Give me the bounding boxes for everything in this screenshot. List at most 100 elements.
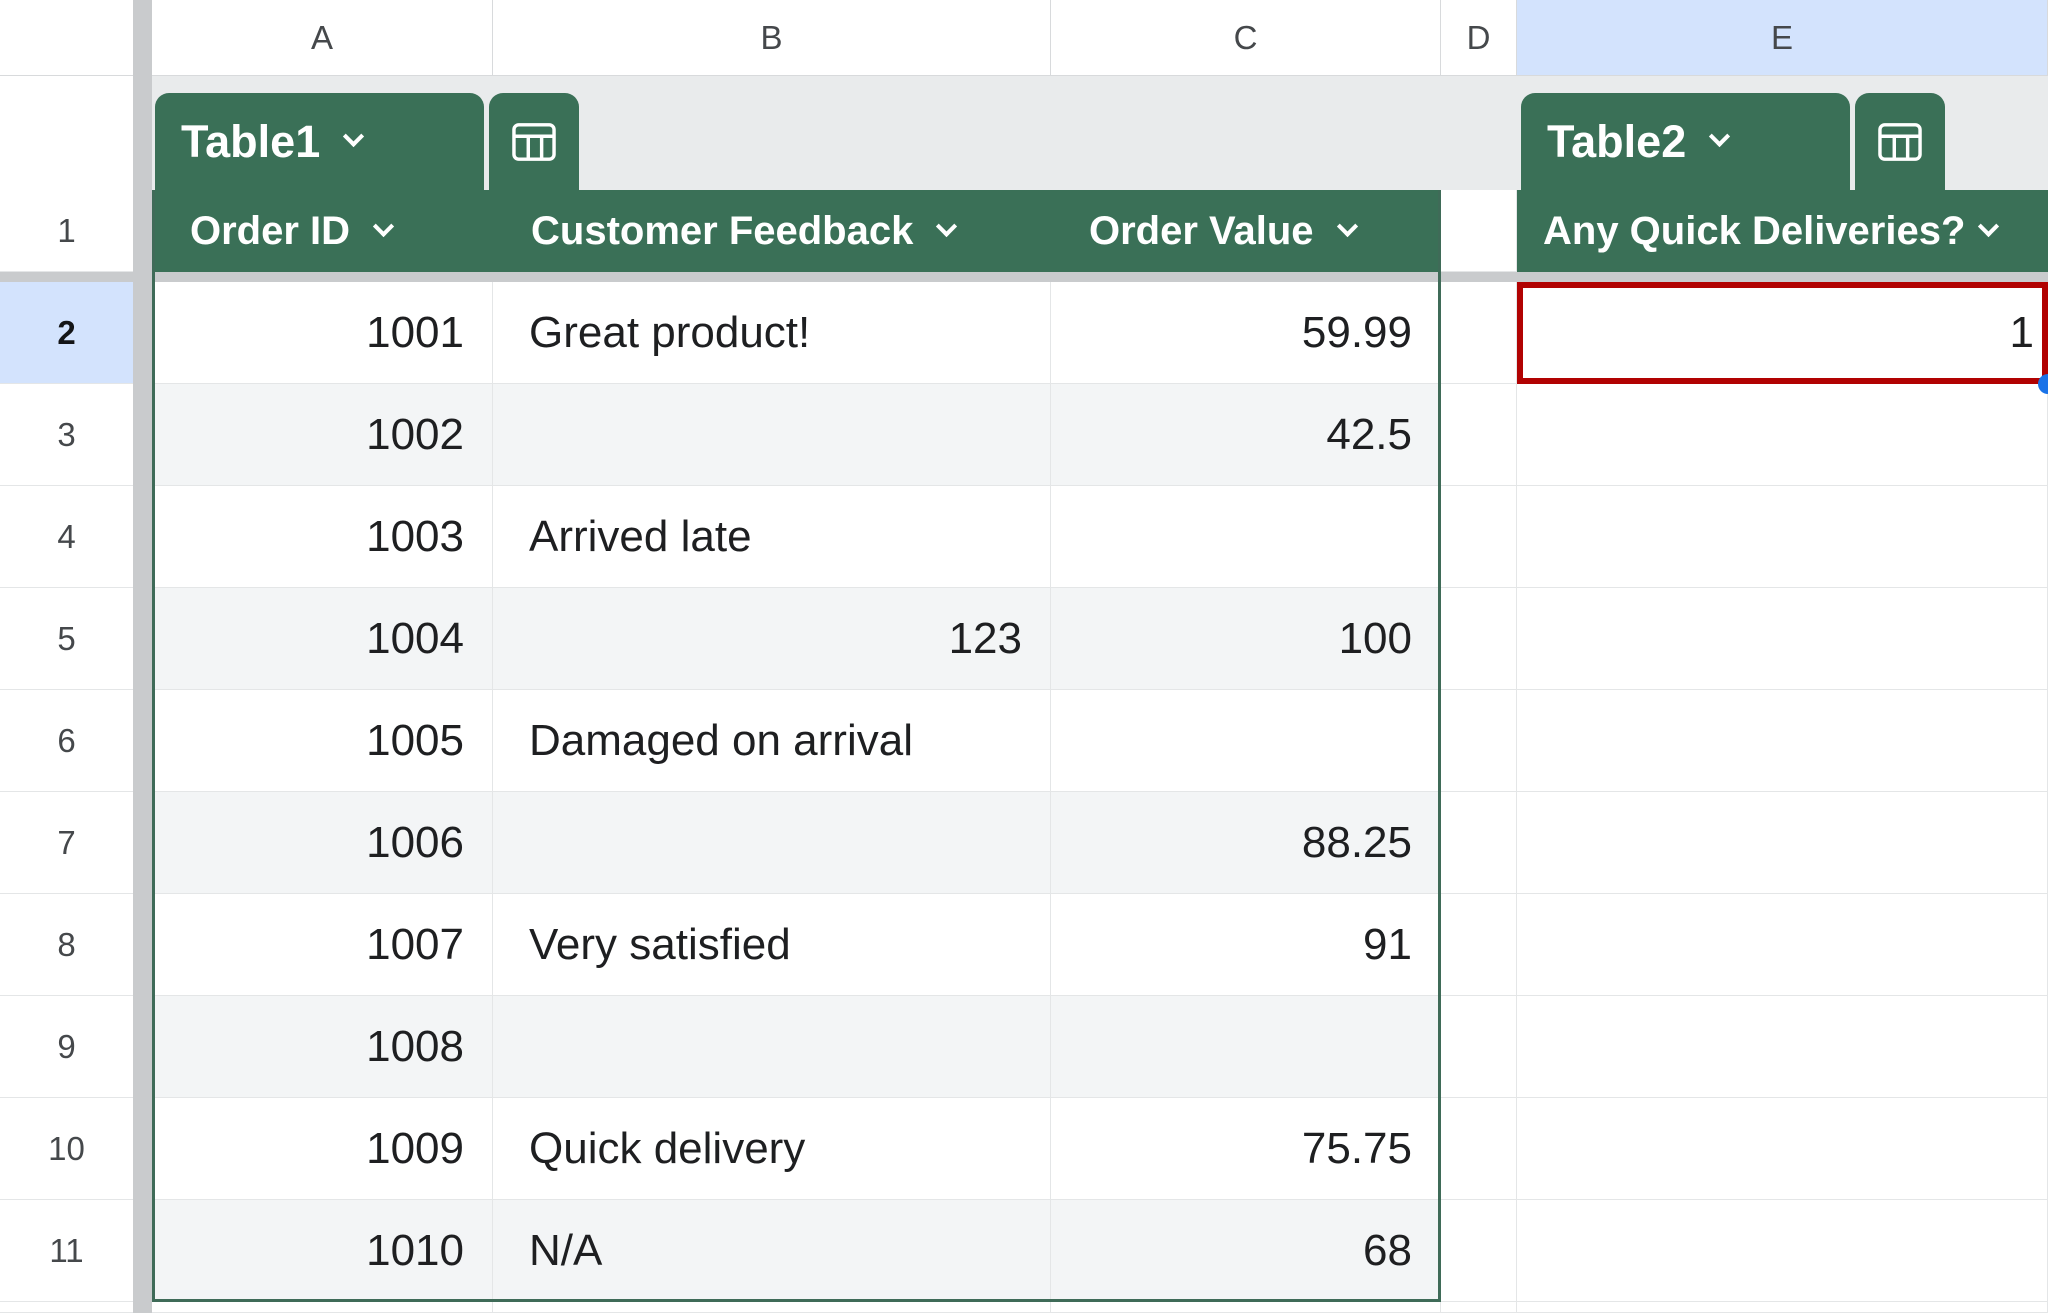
cell-a4[interactable]: 1003 <box>152 486 493 588</box>
column-header-d[interactable]: D <box>1441 0 1517 76</box>
select-all-corner[interactable] <box>0 0 133 76</box>
column-header-e[interactable]: E <box>1517 0 2048 76</box>
cell-b11[interactable]: N/A <box>493 1200 1051 1302</box>
chevron-down-icon[interactable] <box>936 215 957 236</box>
cell-d10[interactable] <box>1441 1098 1517 1200</box>
cell-d8[interactable] <box>1441 894 1517 996</box>
cell-d7[interactable] <box>1441 792 1517 894</box>
cell-c6[interactable] <box>1051 690 1441 792</box>
cell-e11[interactable] <box>1517 1200 2048 1302</box>
frozen-column-divider[interactable] <box>133 282 152 384</box>
cell-c4[interactable] <box>1051 486 1441 588</box>
header-cell-customer-feedback[interactable]: Customer Feedback <box>493 190 1051 272</box>
cell-d2[interactable] <box>1441 282 1517 384</box>
cell-a6[interactable]: 1005 <box>152 690 493 792</box>
cell-a10[interactable]: 1009 <box>152 1098 493 1200</box>
cell-d5[interactable] <box>1441 588 1517 690</box>
cell-e4[interactable] <box>1517 486 2048 588</box>
row-header-6[interactable]: 6 <box>0 690 133 792</box>
column-header-c[interactable]: C <box>1051 0 1441 76</box>
cell-e2[interactable]: 1 <box>1517 282 2048 384</box>
cell-e5[interactable] <box>1517 588 2048 690</box>
row-header-8[interactable]: 8 <box>0 894 133 996</box>
row-header-9[interactable]: 9 <box>0 996 133 1098</box>
table2-tab[interactable]: Table2 <box>1521 93 1945 190</box>
cell-a12[interactable] <box>152 1302 493 1313</box>
cell-a3[interactable]: 1002 <box>152 384 493 486</box>
row-header-4[interactable]: 4 <box>0 486 133 588</box>
cell-d6[interactable] <box>1441 690 1517 792</box>
table1-grid-button[interactable] <box>489 93 579 190</box>
header-cell-order-value[interactable]: Order Value <box>1051 190 1441 272</box>
cell-a9[interactable]: 1008 <box>152 996 493 1098</box>
cell-d3[interactable] <box>1441 384 1517 486</box>
frozen-column-divider[interactable] <box>133 792 152 894</box>
table1-tab[interactable]: Table1 <box>155 93 579 190</box>
cell-b12[interactable] <box>493 1302 1051 1313</box>
row-header-7[interactable]: 7 <box>0 792 133 894</box>
chevron-down-icon[interactable] <box>1709 126 1730 147</box>
cell-a11[interactable]: 1010 <box>152 1200 493 1302</box>
cell-a8[interactable]: 1007 <box>152 894 493 996</box>
header-cell-any-quick-deliveries[interactable]: Any Quick Deliveries? <box>1517 190 2048 272</box>
cell-c12[interactable] <box>1051 1302 1441 1313</box>
cell-d9[interactable] <box>1441 996 1517 1098</box>
cell-a7[interactable]: 1006 <box>152 792 493 894</box>
frozen-column-divider[interactable] <box>133 588 152 690</box>
frozen-column-divider[interactable] <box>133 190 152 272</box>
cell-b7[interactable] <box>493 792 1051 894</box>
cell-c9[interactable] <box>1051 996 1441 1098</box>
cell-c10[interactable]: 75.75 <box>1051 1098 1441 1200</box>
column-header-a[interactable]: A <box>152 0 493 76</box>
cell-a2[interactable]: 1001 <box>152 282 493 384</box>
frozen-column-divider[interactable] <box>133 690 152 792</box>
cell-b3[interactable] <box>493 384 1051 486</box>
cell-b4[interactable]: Arrived late <box>493 486 1051 588</box>
cell-c2[interactable]: 59.99 <box>1051 282 1441 384</box>
row-header-12[interactable] <box>0 1302 133 1313</box>
frozen-column-divider[interactable] <box>133 1098 152 1200</box>
row-header-3[interactable]: 3 <box>0 384 133 486</box>
chevron-down-icon[interactable] <box>1978 215 1999 236</box>
cell-c7[interactable]: 88.25 <box>1051 792 1441 894</box>
frozen-row-divider[interactable] <box>0 272 2048 282</box>
frozen-column-divider[interactable] <box>133 1302 152 1313</box>
frozen-column-divider[interactable] <box>133 0 152 76</box>
frozen-column-divider[interactable] <box>133 996 152 1098</box>
frozen-column-divider[interactable] <box>133 486 152 588</box>
row-header-5[interactable]: 5 <box>0 588 133 690</box>
cell-e3[interactable] <box>1517 384 2048 486</box>
cell-b5[interactable]: 123 <box>493 588 1051 690</box>
row-header-1[interactable]: 1 <box>0 190 133 272</box>
chevron-down-icon[interactable] <box>1336 215 1357 236</box>
frozen-column-divider[interactable] <box>133 894 152 996</box>
cell-c8[interactable]: 91 <box>1051 894 1441 996</box>
cell-b8[interactable]: Very satisfied <box>493 894 1051 996</box>
table2-tab-main[interactable]: Table2 <box>1521 93 1850 190</box>
cell-d12[interactable] <box>1441 1302 1517 1313</box>
cell-e9[interactable] <box>1517 996 2048 1098</box>
cell-a5[interactable]: 1004 <box>152 588 493 690</box>
cell-e7[interactable] <box>1517 792 2048 894</box>
cell-c11[interactable]: 68 <box>1051 1200 1441 1302</box>
cell-b6[interactable]: Damaged on arrival <box>493 690 1051 792</box>
column-header-b[interactable]: B <box>493 0 1051 76</box>
cell-b2[interactable]: Great product! <box>493 282 1051 384</box>
cell-b9[interactable] <box>493 996 1051 1098</box>
cell-d1[interactable] <box>1441 190 1517 272</box>
frozen-column-divider[interactable] <box>133 384 152 486</box>
table1-tab-main[interactable]: Table1 <box>155 93 484 190</box>
cell-e8[interactable] <box>1517 894 2048 996</box>
cell-e12[interactable] <box>1517 1302 2048 1313</box>
cell-c5[interactable]: 100 <box>1051 588 1441 690</box>
cell-e6[interactable] <box>1517 690 2048 792</box>
chevron-down-icon[interactable] <box>343 126 364 147</box>
header-cell-order-id[interactable]: Order ID <box>152 190 493 272</box>
cell-c3[interactable]: 42.5 <box>1051 384 1441 486</box>
frozen-column-divider[interactable] <box>133 1200 152 1302</box>
cell-d11[interactable] <box>1441 1200 1517 1302</box>
row-header-11[interactable]: 11 <box>0 1200 133 1302</box>
cell-e10[interactable] <box>1517 1098 2048 1200</box>
row-header-2[interactable]: 2 <box>0 282 133 384</box>
frozen-column-divider[interactable] <box>133 76 152 190</box>
